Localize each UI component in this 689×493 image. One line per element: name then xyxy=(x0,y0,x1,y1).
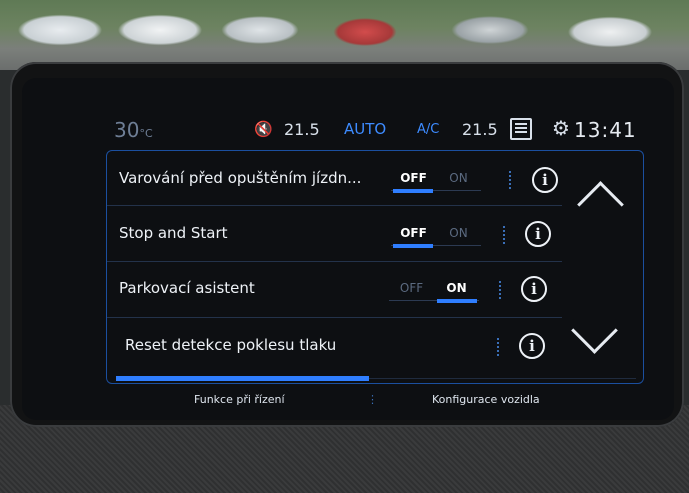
toggle-parking-assist[interactable]: OFF ON xyxy=(389,281,479,305)
row-label-stop-start: Stop and Start xyxy=(119,224,228,242)
clock: 13:41 xyxy=(574,118,637,142)
toggle-on-option[interactable]: ON xyxy=(436,171,481,185)
outside-temp-unit: °C xyxy=(139,127,153,140)
tab-driving-functions[interactable]: Funkce při řízení xyxy=(194,393,285,406)
background-photo xyxy=(0,0,689,70)
separator-dots xyxy=(509,171,515,189)
temp-left[interactable]: 21.5 xyxy=(284,120,320,139)
tab-vehicle-configuration[interactable]: Konfigurace vozidla xyxy=(432,393,540,406)
climate-ac[interactable]: A/C xyxy=(417,122,439,137)
list-menu-icon[interactable] xyxy=(510,118,532,140)
speaker-muted-icon[interactable]: 🔇 xyxy=(254,120,273,138)
toggle-active-indicator xyxy=(437,299,477,303)
list-item[interactable]: Reset detekce poklesu tlaku i xyxy=(107,319,562,373)
toggle-stop-start[interactable]: OFF ON xyxy=(391,226,481,250)
toggle-off-option[interactable]: OFF xyxy=(391,226,436,240)
toggle-driving-warning[interactable]: OFF ON xyxy=(391,171,481,195)
info-icon[interactable]: i xyxy=(519,333,545,359)
row-label-tire-pressure-reset: Reset detekce poklesu tlaku xyxy=(125,336,337,354)
outside-temperature: 30°C xyxy=(114,118,153,142)
toggle-active-indicator xyxy=(393,244,433,248)
row-label-driving-warning: Varování před opuštěním jízdn... xyxy=(119,169,362,187)
gear-icon[interactable]: ⚙ xyxy=(552,116,570,140)
info-icon[interactable]: i xyxy=(525,221,551,247)
list-item[interactable]: Varování před opuštěním jízdn... OFF ON … xyxy=(107,151,562,206)
separator-dots xyxy=(497,338,503,356)
toggle-off-option[interactable]: OFF xyxy=(389,281,434,295)
separator-dots xyxy=(499,281,505,299)
infotainment-screen: 30°C 🔇 21.5 AUTO A/C 21.5 ⚙ 13:41 Varová… xyxy=(22,78,674,420)
toggle-off-option[interactable]: OFF xyxy=(391,171,436,185)
outside-temp-value: 30 xyxy=(114,118,140,142)
toggle-on-option[interactable]: ON xyxy=(436,226,481,240)
info-icon[interactable]: i xyxy=(521,276,547,302)
tab-separator: ⋮ xyxy=(367,393,378,406)
row-label-parking-assist: Parkovací asistent xyxy=(119,279,255,297)
list-item[interactable]: Stop and Start OFF ON i xyxy=(107,207,562,262)
info-icon[interactable]: i xyxy=(532,167,558,193)
status-bar: 30°C 🔇 21.5 AUTO A/C 21.5 ⚙ 13:41 xyxy=(22,78,674,142)
tab-active-indicator xyxy=(116,376,369,381)
climate-auto[interactable]: AUTO xyxy=(344,120,386,138)
toggle-active-indicator xyxy=(393,189,433,193)
separator-dots xyxy=(503,226,509,244)
bottom-tab-bar: Funkce při řízení ⋮ Konfigurace vozidla xyxy=(22,383,674,420)
settings-list: Varování před opuštěním jízdn... OFF ON … xyxy=(106,150,644,384)
list-item[interactable]: Parkovací asistent OFF ON i xyxy=(107,263,562,318)
toggle-on-option[interactable]: ON xyxy=(434,281,479,295)
temp-right[interactable]: 21.5 xyxy=(462,120,498,139)
